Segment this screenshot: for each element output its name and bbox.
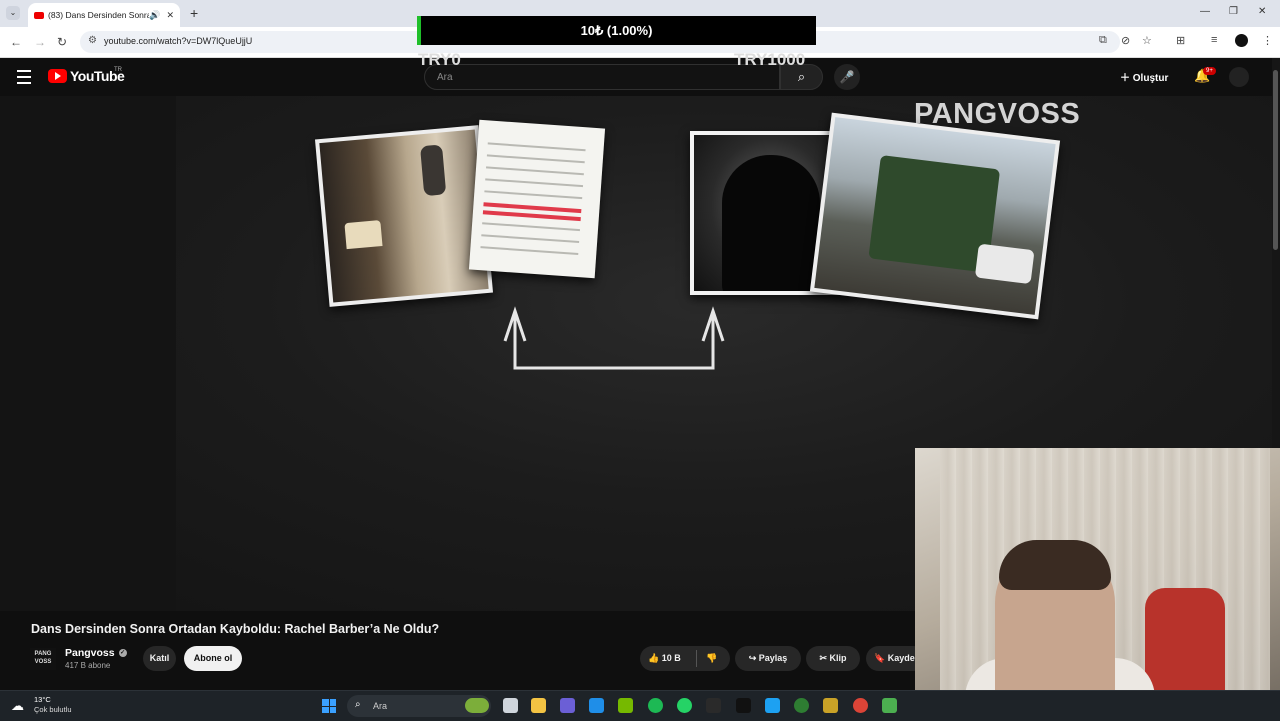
notification-badge: 9+ bbox=[1203, 67, 1216, 75]
video-dark-panel bbox=[0, 96, 176, 611]
channel-name[interactable]: Pangvoss ✓ bbox=[65, 647, 127, 659]
maximize-icon[interactable]: ❐ bbox=[1229, 6, 1238, 17]
epic-games-icon[interactable] bbox=[706, 698, 721, 713]
xbox-icon[interactable] bbox=[794, 698, 809, 713]
cloud-icon[interactable]: ☁ bbox=[11, 698, 24, 714]
teams-icon[interactable] bbox=[560, 698, 575, 713]
twitter-icon[interactable] bbox=[765, 698, 780, 713]
verified-check-icon: ✓ bbox=[118, 649, 127, 658]
youtube-logo[interactable]: YouTube bbox=[48, 68, 125, 84]
whatsapp-icon[interactable] bbox=[677, 698, 692, 713]
tab-list-button[interactable]: ⌄ bbox=[6, 6, 20, 20]
photo-tram bbox=[809, 112, 1061, 320]
photo-room-telephone bbox=[314, 125, 494, 307]
temperature[interactable]: 13°C bbox=[34, 695, 51, 704]
weather-condition[interactable]: Çok bulutlu bbox=[34, 705, 72, 714]
windows-start-icon[interactable] bbox=[322, 699, 336, 713]
arrows-diagram bbox=[503, 306, 725, 370]
scissors-icon: ✂ bbox=[819, 653, 828, 663]
search-icon: ⌕ bbox=[797, 69, 806, 84]
store-icon[interactable] bbox=[589, 698, 604, 713]
hair-shape bbox=[999, 540, 1111, 590]
scrollbar-thumb[interactable] bbox=[1273, 70, 1278, 250]
hide-icon[interactable]: ⊘ bbox=[1121, 34, 1130, 47]
chrome-icon[interactable] bbox=[853, 698, 868, 713]
more-menu-icon[interactable]: ⋮ bbox=[1262, 34, 1273, 47]
create-button[interactable]: ＋ Oluştur bbox=[1120, 69, 1168, 84]
bookmark-star-icon[interactable]: ☆ bbox=[1142, 34, 1152, 47]
save-label: Kayde bbox=[887, 653, 915, 663]
dislike-button[interactable]: 👎 bbox=[706, 646, 717, 671]
voice-search-button[interactable]: 🎤 bbox=[834, 64, 860, 90]
photo-document-schedule bbox=[468, 119, 606, 279]
clip-button[interactable]: ✂ Klip bbox=[806, 646, 860, 671]
taskbar-search-icon: ⌕ bbox=[355, 699, 361, 710]
subscriber-count: 417 B abone bbox=[65, 661, 111, 670]
donation-goal-bar: 10₺ (1.00%) bbox=[417, 16, 816, 45]
search-box[interactable] bbox=[424, 64, 780, 90]
lamp-shape bbox=[344, 220, 383, 250]
donation-progress-text: 10₺ (1.00%) bbox=[580, 23, 653, 38]
wall-phone-shape bbox=[419, 144, 447, 197]
taskbar-search-label: Ara bbox=[373, 701, 388, 711]
nvidia-icon[interactable] bbox=[618, 698, 633, 713]
task-view-icon[interactable] bbox=[503, 698, 518, 713]
browser-tab-active[interactable]: (83) Dans Dersinden Sonra 🔊 ✕ bbox=[28, 3, 180, 27]
donation-max-label: TRY1000 bbox=[734, 50, 806, 69]
webcam-overlay bbox=[915, 448, 1280, 720]
minimize-icon[interactable]: — bbox=[1200, 6, 1210, 17]
youtube-play-icon bbox=[48, 69, 67, 83]
new-tab-button[interactable]: + bbox=[190, 5, 198, 21]
search-input[interactable] bbox=[435, 71, 739, 84]
close-tab-icon[interactable]: ✕ bbox=[166, 10, 174, 21]
create-label: Oluştur bbox=[1132, 73, 1169, 84]
media-control-icon[interactable]: ≡ bbox=[1211, 34, 1217, 46]
url-text[interactable]: youtube.com/watch?v=DW7lQueUjjU bbox=[104, 36, 252, 46]
hamburger-menu-icon[interactable] bbox=[17, 70, 31, 84]
like-count: 10 B bbox=[661, 653, 681, 663]
game-launcher-icon[interactable] bbox=[823, 698, 838, 713]
site-info-icon[interactable]: ⚙ bbox=[88, 35, 97, 46]
account-avatar[interactable] bbox=[1229, 67, 1249, 87]
like-divider bbox=[696, 650, 697, 667]
country-code: TR bbox=[114, 67, 122, 73]
share-arrow-icon: ↪ bbox=[748, 653, 757, 663]
reload-icon[interactable]: ↻ bbox=[57, 35, 67, 49]
connector-line bbox=[513, 314, 715, 370]
channel-name-text[interactable]: Pangvoss bbox=[65, 647, 115, 659]
video-title: Dans Dersinden Sonra Ortadan Kayboldu: R… bbox=[31, 622, 440, 636]
close-window-icon[interactable]: ✕ bbox=[1258, 6, 1266, 17]
speaker-icon[interactable]: 🔊 bbox=[149, 10, 160, 21]
bookmark-icon: 🔖 bbox=[874, 653, 886, 663]
like-button[interactable]: 👍 10 B bbox=[648, 646, 681, 671]
tab-title: (83) Dans Dersinden Sonra bbox=[48, 10, 150, 20]
youtube-favicon-icon bbox=[34, 11, 44, 19]
file-explorer-icon[interactable] bbox=[531, 698, 546, 713]
thumbs-down-icon: 👎 bbox=[706, 653, 718, 663]
silhouette-shape bbox=[722, 155, 820, 291]
share-label: Paylaş bbox=[758, 653, 788, 663]
thumbs-up-icon: 👍 bbox=[648, 653, 660, 663]
join-button[interactable]: Katıl bbox=[143, 646, 176, 671]
search-highlight-icon[interactable] bbox=[465, 698, 489, 713]
back-icon[interactable]: ← bbox=[10, 35, 22, 49]
microphone-icon: 🎤 bbox=[839, 70, 855, 84]
channel-logo[interactable]: PANG VOSS bbox=[30, 648, 56, 670]
install-app-icon[interactable]: ⧉ bbox=[1099, 34, 1107, 47]
forward-icon[interactable]: → bbox=[34, 35, 46, 49]
windows-taskbar: ☁ 13°C Çok bulutlu ⌕ Ara bbox=[0, 690, 1280, 721]
like-dislike-group: 👍 10 B 👎 bbox=[640, 646, 730, 671]
spotify-icon[interactable] bbox=[648, 698, 663, 713]
car-shape bbox=[974, 243, 1035, 285]
extensions-icon[interactable]: ⊞ bbox=[1176, 34, 1185, 47]
capcut-icon[interactable] bbox=[736, 698, 751, 713]
profile-avatar[interactable] bbox=[1235, 34, 1248, 47]
donation-min-label: TRY0 bbox=[418, 50, 461, 69]
clip-label: Klip bbox=[829, 653, 847, 663]
minecraft-icon[interactable] bbox=[882, 698, 897, 713]
subscribe-button[interactable]: Abone ol bbox=[184, 646, 242, 671]
youtube-header: YouTube TR ⌕ 🎤 ＋ Oluştur 🔔 9+ bbox=[0, 58, 1280, 96]
share-button[interactable]: ↪ Paylaş bbox=[735, 646, 801, 671]
